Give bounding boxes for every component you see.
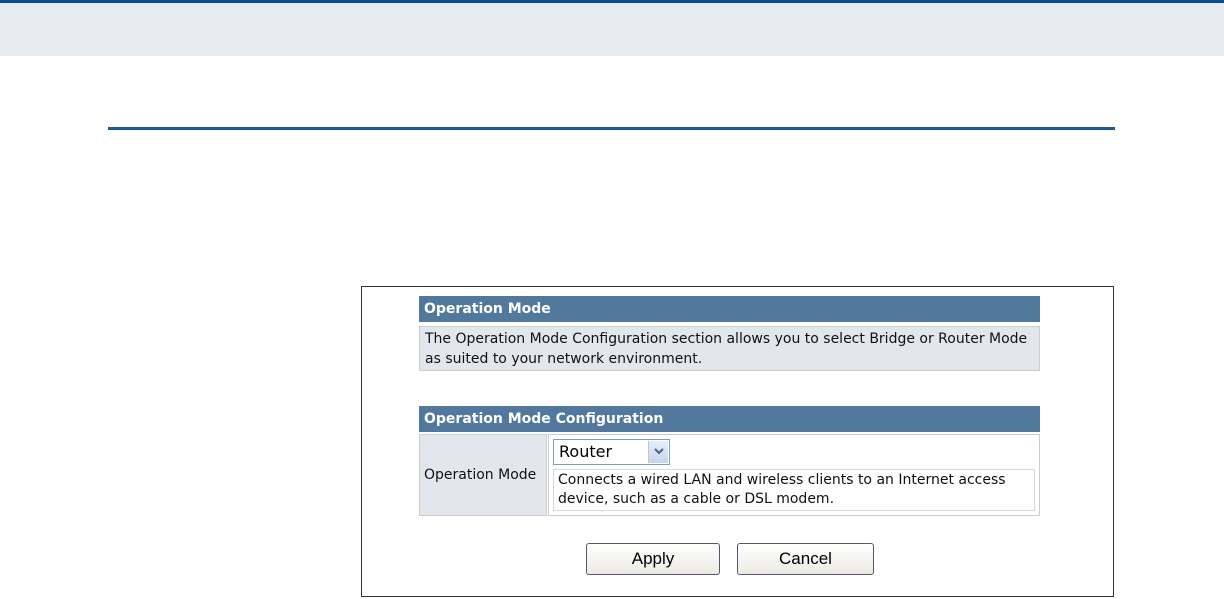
operation-mode-description: The Operation Mode Configuration section… <box>419 326 1040 371</box>
operation-mode-label: Operation Mode <box>419 434 547 516</box>
chevron-down-icon <box>654 448 664 455</box>
operation-mode-select[interactable]: Router <box>553 439 670 465</box>
cancel-button[interactable]: Cancel <box>737 543 874 575</box>
section-divider <box>108 127 1115 130</box>
dropdown-button[interactable] <box>648 441 668 463</box>
screenshot-frame: Operation Mode The Operation Mode Config… <box>361 286 1114 597</box>
top-banner <box>0 3 1224 56</box>
operation-mode-selected-value: Router <box>559 442 613 461</box>
operation-mode-config-header: Operation Mode Configuration <box>419 406 1040 432</box>
mode-description: Connects a wired LAN and wireless client… <box>553 469 1035 511</box>
operation-mode-value-cell: Router Connects a wired LAN and wireless… <box>548 434 1040 516</box>
apply-button[interactable]: Apply <box>586 543 720 575</box>
operation-mode-label-text: Operation Mode <box>424 467 537 483</box>
operation-mode-header: Operation Mode <box>419 296 1040 322</box>
